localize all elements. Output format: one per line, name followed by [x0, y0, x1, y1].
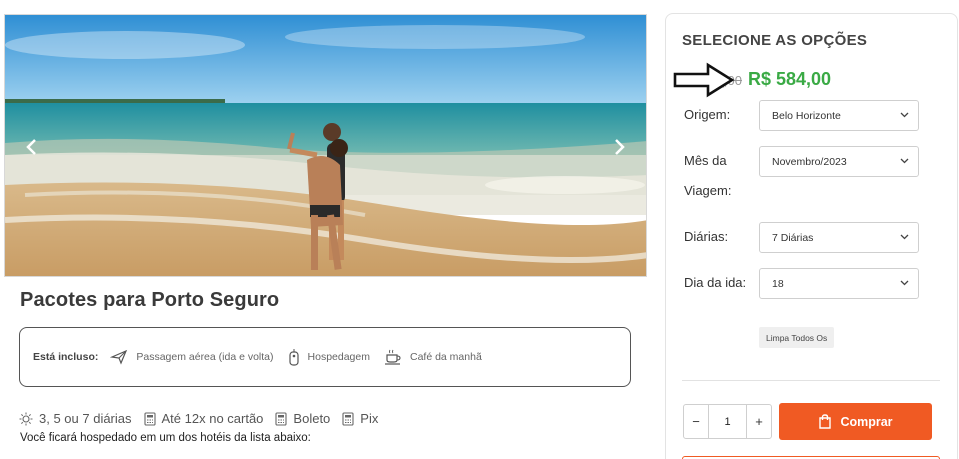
feature-pix: Pix [342, 411, 378, 426]
options-heading: SELECIONE AS OPÇÕES [682, 32, 868, 49]
decrement-button[interactable]: − [684, 405, 708, 438]
departure-day-label: Dia da ida: [684, 275, 747, 290]
origin-value: Belo Horizonte [772, 109, 841, 122]
carousel-next-button[interactable] [608, 133, 632, 161]
month-select[interactable]: Novembro/2023 [759, 146, 919, 177]
departure-day-value: 18 [772, 277, 784, 290]
include-breakfast-label: Café da manhã [409, 351, 482, 363]
features-row: 3, 5 ou 7 diárias Até 12x no cartão Bole… [19, 411, 390, 426]
chevron-right-icon [615, 139, 625, 155]
airplane-icon [110, 348, 128, 366]
increment-button[interactable]: + [747, 405, 771, 438]
month-label-cont: Viagem: [684, 176, 731, 206]
nights-label: Diárias: [684, 229, 729, 244]
current-price: R$ 584,00 [748, 69, 832, 89]
sun-icon [19, 412, 33, 426]
month-value: Novembro/2023 [772, 155, 847, 168]
chevron-down-icon [900, 280, 909, 286]
month-label-line1: Mês da [684, 153, 727, 168]
calculator-icon [143, 411, 156, 426]
feature-nights: 3, 5 ou 7 diárias [19, 411, 132, 426]
quantity-input[interactable]: 1 [708, 405, 747, 438]
shopping-bag-icon [818, 414, 832, 429]
hotel-tag-icon [288, 348, 300, 366]
nights-value: 7 Diárias [772, 231, 814, 244]
departure-day-select[interactable]: 18 [759, 268, 919, 299]
beach-photo [5, 15, 646, 276]
arrow-right-icon [673, 62, 735, 98]
buy-button[interactable]: Comprar [779, 403, 932, 440]
hotel-list-intro: Você ficará hospedado em um dos hotéis d… [20, 432, 311, 444]
chevron-down-icon [900, 158, 909, 164]
divider [682, 380, 940, 381]
include-breakfast: Café da manhã [384, 349, 482, 365]
clear-all-button[interactable]: Limpa Todos Os [759, 327, 835, 348]
nights-select[interactable]: 7 Diárias [759, 222, 919, 253]
options-sidebar: SELECIONE AS OPÇÕES R$ 7__,00 R$ 584,00 … [665, 13, 958, 459]
chevron-left-icon [26, 139, 36, 155]
include-flight-label: Passagem aérea (ida e volta) [136, 351, 274, 363]
chevron-down-icon [900, 234, 909, 240]
feature-nights-label: 3, 5 ou 7 diárias [39, 411, 132, 426]
calculator-icon [275, 411, 287, 426]
chevron-down-icon [900, 112, 909, 118]
page-title: Pacotes para Porto Seguro [20, 289, 280, 311]
month-label-line2: Viagem: [684, 183, 732, 198]
buy-button-label: Comprar [840, 414, 893, 429]
include-hotel-label: Hospedagem [307, 351, 370, 363]
includes-label: Está incluso: [33, 351, 99, 363]
quantity-stepper[interactable]: − 1 + [683, 404, 772, 439]
month-label: Mês da [684, 146, 727, 176]
include-flight: Passagem aérea (ida e volta) [110, 348, 274, 366]
coffee-cup-icon [384, 349, 402, 365]
origin-label: Origem: [684, 107, 731, 122]
includes-box: Está incluso: Passagem aérea (ida e volt… [19, 327, 631, 387]
calculator-icon [342, 411, 354, 426]
feature-boleto-label: Boleto [293, 411, 331, 426]
carousel-prev-button[interactable] [19, 133, 43, 161]
feature-pix-label: Pix [360, 411, 379, 426]
include-hotel: Hospedagem [288, 348, 370, 366]
origin-select[interactable]: Belo Horizonte [759, 100, 919, 131]
feature-installments-label: Até 12x no cartão [161, 411, 264, 426]
feature-installments: Até 12x no cartão [143, 411, 264, 426]
product-image-carousel[interactable] [4, 14, 647, 277]
feature-boleto: Boleto [275, 411, 330, 426]
